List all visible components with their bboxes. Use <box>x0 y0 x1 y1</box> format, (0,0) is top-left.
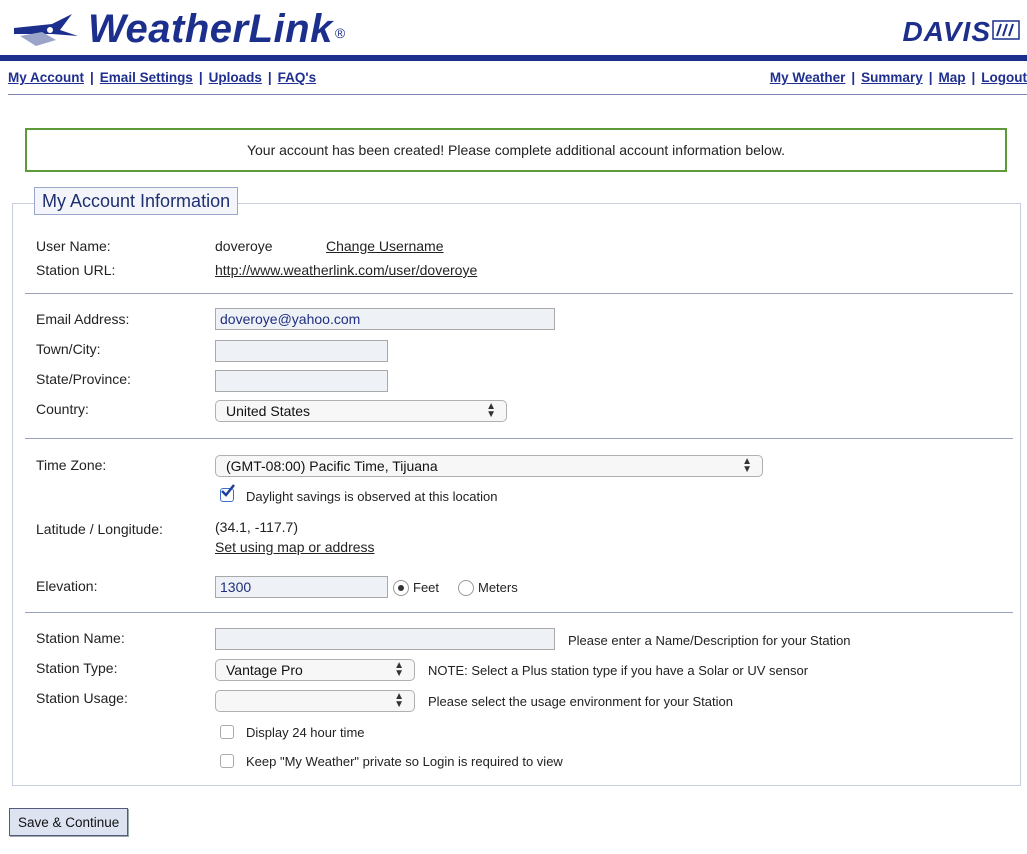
nav-my-account[interactable]: My Account <box>8 70 84 85</box>
country-select[interactable]: United States ▲ ▼ <box>215 400 507 422</box>
davis-logo[interactable]: DAVIS <box>903 16 1022 48</box>
account-created-notice: Your account has been created! Please co… <box>25 128 1007 172</box>
user-name-label: User Name: <box>36 238 111 254</box>
select-arrows-icon: ▲ ▼ <box>742 456 752 475</box>
state-label: State/Province: <box>36 371 131 387</box>
nav-email-settings[interactable]: Email Settings <box>100 70 193 85</box>
dst-checkbox[interactable] <box>220 483 235 502</box>
notice-text: Your account has been created! Please co… <box>246 142 786 158</box>
station-url-label: Station URL: <box>36 262 116 278</box>
nav-summary[interactable]: Summary <box>861 70 923 85</box>
station-usage-label: Station Usage: <box>36 690 128 706</box>
set-map-link[interactable]: Set using map or address <box>215 539 375 555</box>
section-divider-2 <box>25 438 1013 439</box>
registered-mark: ® <box>334 25 346 41</box>
select-arrows-icon: ▲ ▼ <box>394 660 404 679</box>
meters-label: Meters <box>478 580 518 595</box>
header-rule <box>0 55 1027 61</box>
town-label: Town/City: <box>36 341 101 357</box>
save-continue-button[interactable]: Save & Continue <box>9 808 129 836</box>
nav-uploads[interactable]: Uploads <box>209 70 262 85</box>
davis-stripes-icon <box>991 19 1021 46</box>
change-username-link[interactable]: Change Username <box>326 238 444 254</box>
station-usage-select[interactable]: ▲ ▼ <box>215 690 415 712</box>
nav-divider <box>8 94 1027 95</box>
time-zone-select-value: (GMT-08:00) Pacific Time, Tijuana <box>226 458 438 474</box>
time-zone-select[interactable]: (GMT-08:00) Pacific Time, Tijuana ▲ ▼ <box>215 455 763 477</box>
station-type-hint: NOTE: Select a Plus station type if you … <box>428 663 809 678</box>
radio-selected-dot <box>398 585 404 591</box>
latlon-value: (34.1, -117.7) <box>215 519 299 535</box>
weather-nav: My Weather | Summary | Map | Logout <box>769 70 1027 85</box>
feet-label: Feet <box>413 580 440 595</box>
station-name-hint: Please enter a Name/Description for your… <box>568 633 851 648</box>
state-input[interactable] <box>215 370 388 392</box>
logo-text: WeatherLink <box>88 6 333 51</box>
station-usage-hint: Please select the usage environment for … <box>428 694 733 709</box>
nav-my-weather[interactable]: My Weather <box>770 70 846 85</box>
country-select-value: United States <box>226 403 311 419</box>
time-zone-label: Time Zone: <box>36 457 107 473</box>
station-name-input[interactable] <box>215 628 555 650</box>
nav-logout[interactable]: Logout <box>981 70 1027 85</box>
weather-vane-icon <box>12 6 82 53</box>
town-input[interactable] <box>215 340 388 362</box>
station-name-label: Station Name: <box>36 630 125 646</box>
station-type-select-value: Vantage Pro <box>226 662 303 678</box>
private-checkbox[interactable] <box>220 754 234 768</box>
feet-radio[interactable] <box>393 580 409 596</box>
select-arrows-icon: ▲ ▼ <box>394 691 404 710</box>
select-arrows-icon: ▲ ▼ <box>486 401 496 420</box>
station-type-label: Station Type: <box>36 660 118 676</box>
private-label: Keep "My Weather" private so Login is re… <box>246 754 563 769</box>
email-input[interactable] <box>215 308 555 330</box>
checkmark-icon <box>219 483 235 506</box>
account-nav: My Account | Email Settings | Uploads | FAQ's <box>8 70 317 85</box>
meters-radio[interactable] <box>458 580 474 596</box>
weatherlink-logo[interactable]: WeatherLink ® <box>12 4 346 54</box>
station-type-select[interactable]: Vantage Pro ▲ ▼ <box>215 659 415 681</box>
elevation-label: Elevation: <box>36 578 98 594</box>
email-label: Email Address: <box>36 311 130 327</box>
elevation-input[interactable] <box>215 576 388 598</box>
davis-logo-text: DAVIS <box>902 16 991 47</box>
station-url-link[interactable]: http://www.weatherlink.com/user/doveroye <box>215 262 477 278</box>
panel-title: My Account Information <box>34 187 239 215</box>
user-name-value: doveroye <box>215 238 273 254</box>
time24-checkbox[interactable] <box>220 725 234 739</box>
section-divider-3 <box>25 612 1013 613</box>
header: WeatherLink ® DAVIS <box>0 0 1027 61</box>
time24-label: Display 24 hour time <box>246 725 365 740</box>
latlon-label: Latitude / Longitude: <box>36 521 163 537</box>
country-label: Country: <box>36 401 89 417</box>
nav-faqs[interactable]: FAQ's <box>278 70 316 85</box>
nav-map[interactable]: Map <box>938 70 965 85</box>
dst-label: Daylight savings is observed at this loc… <box>246 489 498 504</box>
section-divider-1 <box>25 293 1013 294</box>
